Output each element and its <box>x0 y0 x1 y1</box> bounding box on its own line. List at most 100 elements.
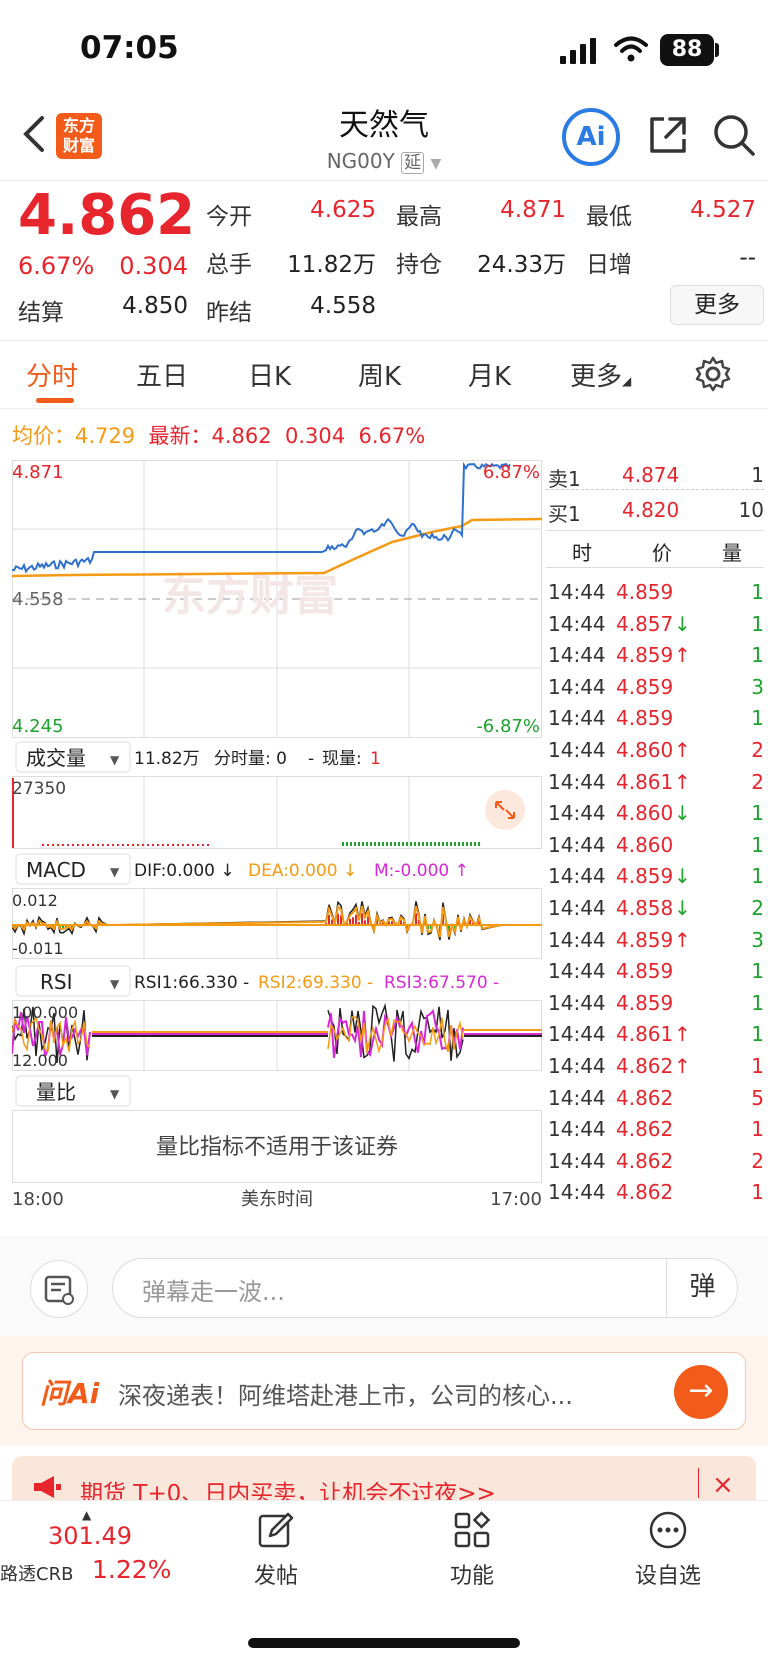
trade-time: 14:44 <box>548 1148 606 1173</box>
header-divider <box>0 180 768 181</box>
trade-row: 14:44 4.859 1 <box>546 987 764 1019</box>
trade-qty: 1 <box>751 611 764 636</box>
compose-post-icon[interactable] <box>256 1510 296 1550</box>
trade-row: 14:44 4.859 1 <box>546 702 764 734</box>
tab-daily-k[interactable]: 日K <box>248 356 291 393</box>
high-value: 4.871 <box>500 197 566 223</box>
tab-add-watchlist[interactable]: 设自选 <box>608 1558 728 1590</box>
trade-time: 14:44 <box>548 1022 606 1047</box>
comment-list-icon <box>44 1275 74 1305</box>
trade-qty: 1 <box>751 1022 764 1047</box>
trade-price: 4.861 <box>616 1022 674 1047</box>
ask-qty: 1 <box>751 463 764 487</box>
status-time: 07:05 <box>80 30 179 66</box>
trade-price: 4.862 <box>616 1085 674 1110</box>
index-change-percent[interactable]: 1.22% <box>92 1555 171 1584</box>
more-options-icon[interactable] <box>648 1510 688 1550</box>
tab-five-day[interactable]: 五日 <box>136 356 188 393</box>
battery-indicator: 88 <box>660 34 714 66</box>
chevron-down-icon: ▼ <box>110 753 120 767</box>
cellular-signal-icon <box>560 38 596 64</box>
price-axis-bottom: 4.245 <box>12 716 64 737</box>
pct-axis-bottom: -6.87% <box>476 716 540 737</box>
trade-row: 14:44 4.860 ↑ 2 <box>546 734 764 766</box>
tab-functions[interactable]: 功能 <box>412 1558 532 1590</box>
trade-direction-icon: ↑ <box>674 927 691 952</box>
open-interest-value: 24.33万 <box>477 252 566 278</box>
expand-chart-button[interactable] <box>485 790 525 830</box>
trade-price: 4.860 <box>616 832 674 857</box>
search-icon[interactable] <box>712 113 756 157</box>
volume-selector-label: 成交量 <box>26 746 86 770</box>
price-line <box>12 461 511 574</box>
index-value[interactable]: 301.49 <box>48 1522 132 1550</box>
ai-banner-arrow-button[interactable]: → <box>674 1365 728 1419</box>
time-axis-label: 美东时间 <box>241 1189 313 1210</box>
trade-qty: 3 <box>751 674 764 699</box>
tab-monthly-k[interactable]: 月K <box>468 356 511 393</box>
gear-icon[interactable] <box>694 355 732 393</box>
trades-header-qty: 量 <box>722 541 742 565</box>
price-summary-line: 均价：4.729 最新：4.862 0.304 6.67% <box>12 420 425 450</box>
intraday-charts[interactable]: 东方财富 4.871 6.87% 4.558 4.245 -6.87% 成交量 … <box>12 460 542 1220</box>
trade-row: 14:44 4.859 3 <box>546 671 764 703</box>
more-quote-button[interactable]: 更多 <box>670 285 764 325</box>
tab-more-label: 更多 <box>570 362 623 392</box>
trade-row: 14:44 4.862 5 <box>546 1082 764 1114</box>
time-axis-start: 18:00 <box>12 1189 64 1210</box>
daily-increase-label: 日增 <box>586 252 632 278</box>
tab-more[interactable]: 更多◢ <box>570 356 631 393</box>
watermark: 东方财富 <box>162 570 338 621</box>
trade-row: 14:44 4.860 1 <box>546 829 764 861</box>
bid-price: 4.820 <box>622 498 680 522</box>
trade-qty: 1 <box>751 864 764 889</box>
trade-price: 4.859 <box>616 706 674 731</box>
volume-total: 11.82万 <box>134 749 200 769</box>
trade-row: 14:44 4.859 ↑ 3 <box>546 924 764 956</box>
trade-row: 14:44 4.859 ↓ 1 <box>546 860 764 892</box>
ai-assistant-button[interactable]: Ai <box>562 108 620 166</box>
trade-time: 14:44 <box>548 738 606 762</box>
home-indicator <box>248 1638 520 1648</box>
tab-weekly-k[interactable]: 周K <box>358 356 401 393</box>
trade-price: 4.861 <box>616 769 674 794</box>
comment-list-button[interactable] <box>30 1260 88 1318</box>
contract-code-text: NG00Y <box>326 149 395 173</box>
trade-time: 14:44 <box>548 864 606 889</box>
trade-price: 4.859 <box>616 864 674 889</box>
trade-price: 4.859 <box>616 580 674 604</box>
trade-price: 4.859 <box>616 959 674 984</box>
promo-close-button[interactable]: × <box>712 1470 734 1500</box>
trade-row: 14:44 4.858 ↓ 2 <box>546 892 764 924</box>
trade-qty: 1 <box>751 959 764 984</box>
volume-label: 总手 <box>206 252 252 278</box>
rsi-selector-label: RSI <box>40 970 73 994</box>
trade-price: 4.858 <box>616 896 674 920</box>
volume-value: 11.82万 <box>287 252 376 278</box>
daily-increase-value: -- <box>739 245 756 271</box>
current-volume-label: 现量: <box>322 749 362 769</box>
ask-label: 卖1 <box>548 467 581 491</box>
ai-banner-text: 深夜递表！阿维塔赴港上市，公司的核心... <box>118 1382 573 1410</box>
trade-row: 14:44 4.859 1 <box>546 955 764 987</box>
macd-dif-line <box>12 900 503 941</box>
period-volume: 分时量: 0 <box>214 749 287 769</box>
trade-price: 4.862 <box>616 1117 674 1142</box>
danmu-toggle-button[interactable]: 弹 <box>666 1258 738 1318</box>
trade-direction-icon: ↓ <box>674 801 691 826</box>
latest-price-label: 最新： <box>148 424 212 448</box>
share-icon[interactable] <box>646 113 690 157</box>
tab-post[interactable]: 发帖 <box>216 1558 336 1590</box>
trade-time: 14:44 <box>548 1117 606 1142</box>
volume-max-label: 27350 <box>12 779 66 799</box>
low-value: 4.527 <box>690 197 756 223</box>
rsi-axis-bottom: 12.000 <box>12 1051 68 1070</box>
index-name[interactable]: 路透CRB <box>0 1560 73 1586</box>
trade-price: 4.859 <box>616 674 674 699</box>
functions-icon[interactable] <box>452 1510 492 1550</box>
trade-time: 14:44 <box>548 1180 606 1205</box>
trade-qty: 1 <box>751 643 764 668</box>
tab-intraday[interactable]: 分时 <box>26 356 78 393</box>
macd-selector-label: MACD <box>26 858 86 882</box>
chevron-down-icon: ▼ <box>110 1087 120 1101</box>
